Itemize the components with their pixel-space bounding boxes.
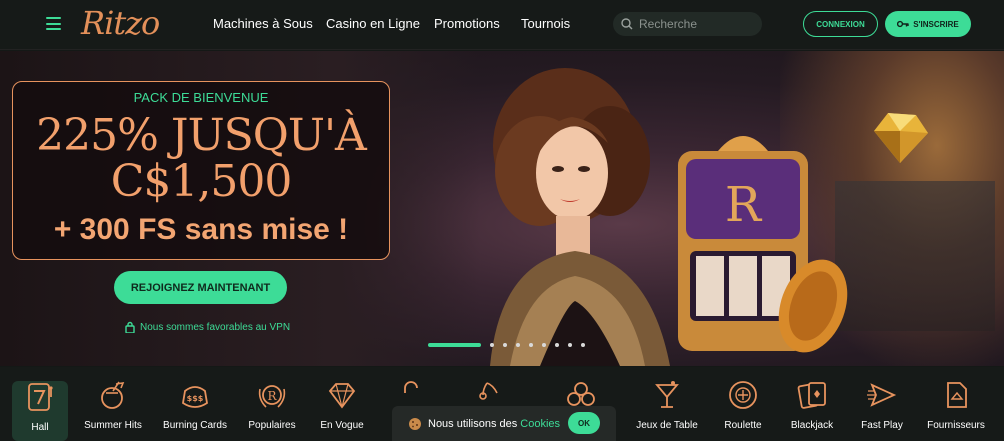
- top-header: Ritzo Machines à Sous Casino en Ligne Pr…: [0, 0, 1004, 50]
- cookie-text: Nous utilisons des: [428, 417, 518, 430]
- category-hall[interactable]: Hall: [12, 381, 68, 441]
- svg-text:R: R: [725, 177, 763, 233]
- nav-tournois[interactable]: Tournois: [521, 16, 570, 31]
- background-slot-machines: [835, 181, 995, 331]
- category-label: Fast Play: [861, 420, 903, 431]
- search-box[interactable]: [613, 12, 762, 36]
- menu-icon[interactable]: [46, 17, 61, 30]
- carousel-dot[interactable]: [542, 343, 546, 347]
- category-label: Populaires: [248, 420, 296, 431]
- category-label: Roulette: [724, 420, 762, 431]
- search-input[interactable]: [639, 17, 749, 31]
- nav-promotions[interactable]: Promotions: [434, 16, 500, 31]
- nav-machines-a-sous[interactable]: Machines à Sous: [213, 16, 313, 31]
- category-jeux-de-table[interactable]: Jeux de Table: [632, 379, 702, 441]
- cards-icon: [797, 382, 826, 409]
- gold-gem-illustration: [874, 113, 928, 163]
- search-icon: [621, 18, 633, 30]
- signup-label: S'INSCRIRE: [913, 19, 959, 29]
- signup-button[interactable]: S'INSCRIRE: [885, 11, 971, 37]
- laurel-crest-icon: R: [258, 385, 286, 408]
- vpn-notice: Nous sommes favorables au VPN: [125, 321, 290, 333]
- coconut-drink-icon: [101, 381, 125, 409]
- bonus-percentage: 225% JUSQU'À: [36, 110, 367, 161]
- carousel-dots: [428, 343, 585, 347]
- category-summer-hits[interactable]: Summer Hits: [78, 379, 148, 441]
- carousel-dot[interactable]: [555, 343, 559, 347]
- carousel-dot[interactable]: [503, 343, 507, 347]
- slot-machine-illustration: R: [678, 136, 848, 353]
- welcome-pack-title: PACK DE BIENVENUE: [133, 90, 269, 105]
- slot-seven-icon: [28, 383, 53, 411]
- nav-casino-en-ligne[interactable]: Casino en Ligne: [326, 16, 420, 31]
- carousel-dot[interactable]: [490, 343, 494, 347]
- category-label: Hall: [31, 422, 49, 433]
- diamond-icon: [328, 383, 356, 409]
- login-button[interactable]: CONNEXION: [803, 11, 878, 37]
- key-icon: [897, 20, 909, 28]
- category-label: Burning Cards: [163, 420, 227, 431]
- category-blackjack[interactable]: Blackjack: [777, 379, 847, 441]
- category-en-vogue[interactable]: En Vogue: [307, 379, 377, 441]
- roulette-icon: [729, 381, 757, 409]
- category-label: En Vogue: [320, 420, 364, 431]
- category-label: Summer Hits: [84, 420, 142, 431]
- fast-arrow-icon: [867, 383, 897, 407]
- padlock-icon: [125, 321, 135, 333]
- provider-icon: [947, 382, 967, 408]
- carousel-dot[interactable]: [568, 343, 572, 347]
- category-label: Jeux de Table: [636, 420, 698, 431]
- category-roulette[interactable]: Roulette: [708, 379, 778, 441]
- category-label: Blackjack: [790, 420, 834, 431]
- carousel-dot[interactable]: [516, 343, 520, 347]
- cookie-ok-button[interactable]: OK: [568, 412, 600, 434]
- hero-banner: R PACK DE BIENVENUE 225% JUSQU'À C$1,500…: [0, 51, 1004, 366]
- category-label: Fournisseurs: [927, 420, 985, 431]
- carousel-dot[interactable]: [529, 343, 533, 347]
- money-bag-icon: $$$: [182, 386, 208, 408]
- category-populaires[interactable]: R Populaires: [237, 379, 307, 441]
- ritzo-logo[interactable]: Ritzo: [81, 4, 160, 42]
- cookie-banner: Nous utilisons des Cookies OK: [392, 406, 616, 441]
- cookie-link[interactable]: Cookies: [520, 418, 560, 430]
- svg-text:$$$: $$$: [187, 394, 204, 403]
- free-spins-text: + 300 FS sans mise !: [53, 213, 349, 246]
- category-fournisseurs[interactable]: Fournisseurs: [921, 379, 991, 441]
- cookie-icon: [409, 417, 421, 430]
- category-burning-cards[interactable]: $$$ Burning Cards: [160, 379, 230, 441]
- welcome-pack-box: PACK DE BIENVENUE 225% JUSQU'À C$1,500 +…: [12, 81, 390, 260]
- vpn-text: Nous sommes favorables au VPN: [140, 321, 291, 333]
- category-fast-play[interactable]: Fast Play: [847, 379, 917, 441]
- bonus-amount: C$1,500: [110, 156, 293, 207]
- svg-text:R: R: [267, 389, 277, 403]
- cocktail-icon: [655, 381, 679, 408]
- carousel-dot[interactable]: [428, 343, 481, 347]
- carousel-dot[interactable]: [581, 343, 585, 347]
- join-now-button[interactable]: REJOIGNEZ MAINTENANT: [114, 271, 287, 304]
